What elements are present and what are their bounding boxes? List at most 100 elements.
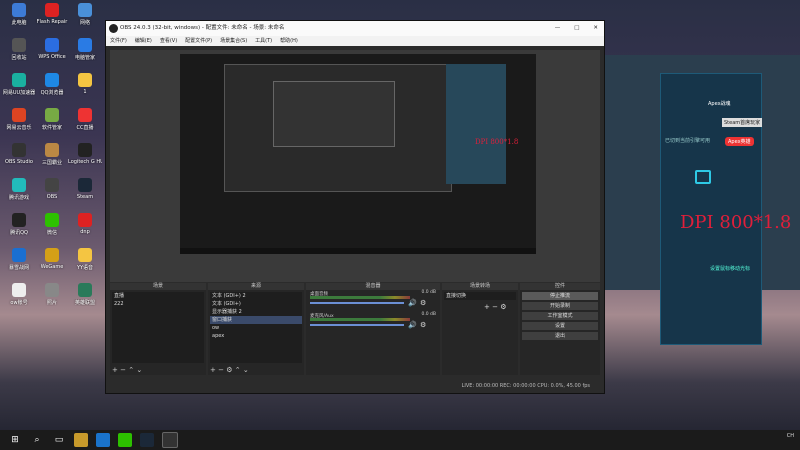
desktop-icon-label: WeGame <box>40 264 64 270</box>
desktop-icon-label: WPS Office <box>38 54 66 60</box>
windows-start-icon[interactable]: ⊞ <box>8 433 22 447</box>
app-icon <box>12 178 26 192</box>
source-item[interactable]: 文本 (GDI+) <box>210 300 302 308</box>
menu-tools[interactable]: 工具(T) <box>255 36 272 46</box>
gear-icon[interactable]: ⚙ <box>420 321 426 329</box>
desktop-icon-label: 1 <box>83 89 87 95</box>
search-icon[interactable]: ⌕ <box>30 433 44 447</box>
desktop-icon[interactable]: 软件管家 <box>35 108 69 131</box>
desktop-icon[interactable]: 腾讯游戏 <box>2 178 36 201</box>
obs-logo-icon <box>109 24 118 33</box>
speaker-icon[interactable]: 🔊 <box>408 299 417 307</box>
source-settings-icon[interactable]: ⚙ <box>226 366 232 374</box>
preview-area[interactable]: DPI 800*1.8 <box>110 50 600 282</box>
sources-toolbar: + − ⚙ ⌃ ⌄ <box>210 366 249 374</box>
edge-icon[interactable] <box>96 433 110 447</box>
desktop-icon[interactable]: Logitech G HUB <box>68 143 102 165</box>
desktop-icon[interactable]: ow账号 <box>2 283 36 306</box>
desktop-icon[interactable]: 此电脑 <box>2 3 36 26</box>
menu-edit[interactable]: 编辑(E) <box>135 36 152 46</box>
desktop-icon-label: dnp <box>80 229 90 235</box>
desktop-icon[interactable]: 三国霸业 <box>35 143 69 166</box>
source-item[interactable]: apex <box>210 332 302 340</box>
desktop-icon[interactable]: dnp <box>68 213 102 235</box>
source-item[interactable]: 显示器捕获 2 <box>210 308 302 316</box>
close-button[interactable]: ✕ <box>593 21 598 36</box>
desktop-icon-label: 微信 <box>46 230 57 236</box>
minimize-button[interactable]: — <box>555 21 561 36</box>
app-icon <box>45 248 59 262</box>
desktop-icon[interactable]: Flash Repair <box>35 3 69 25</box>
volume-slider[interactable] <box>310 302 404 304</box>
desktop-icon-label: CC直播 <box>76 125 94 131</box>
app-icon <box>12 143 26 157</box>
desktop-icon[interactable]: OBS Studio <box>2 143 36 165</box>
preview-canvas[interactable]: DPI 800*1.8 <box>180 54 536 254</box>
source-item[interactable]: 文本 (GDI+) 2 <box>210 292 302 300</box>
desktop-icon[interactable]: 电脑管家 <box>68 38 102 61</box>
source-item[interactable]: ow <box>210 324 302 332</box>
desktop-icon-label: Steam <box>76 194 94 200</box>
maximize-button[interactable]: □ <box>574 21 579 36</box>
nested-preview-inner <box>273 81 395 147</box>
desktop-icon[interactable]: 暴雪战网 <box>2 248 36 271</box>
app-icon <box>45 108 59 122</box>
steam-icon[interactable] <box>140 433 154 447</box>
menu-view[interactable]: 查看(V) <box>160 36 177 46</box>
desktop-icon[interactable]: CC直播 <box>68 108 102 131</box>
remove-transition-button[interactable]: − <box>492 303 498 311</box>
add-transition-button[interactable]: + <box>484 303 490 311</box>
source-item[interactable]: 窗口捕获 <box>210 316 302 324</box>
desktop-icon-label: OBS Studio <box>5 159 33 165</box>
task-view-icon[interactable]: ▭ <box>52 433 66 447</box>
transition-select[interactable]: 直接切换 <box>444 292 516 300</box>
add-source-button[interactable]: + <box>210 366 216 374</box>
studio-mode-button[interactable]: 工作室模式 <box>522 312 598 320</box>
menu-scene-collection[interactable]: 场景集合(S) <box>220 36 247 46</box>
desktop-icon-label: 英雄联盟 <box>74 300 95 306</box>
wechat-icon[interactable] <box>118 433 132 447</box>
mixer-dock: 混音器 桌面音频 0.0 dB 🔊 ⚙ 麦克风/Aux 0.0 dB 🔊 ⚙ <box>306 283 440 375</box>
move-up-icon[interactable]: ⌃ <box>235 366 241 374</box>
desktop-icon[interactable]: 照片 <box>35 283 69 306</box>
exit-button[interactable]: 退出 <box>522 332 598 340</box>
desktop-icon[interactable]: WPS Office <box>35 38 69 60</box>
menu-file[interactable]: 文件(F) <box>110 36 127 46</box>
gear-icon[interactable]: ⚙ <box>420 299 426 307</box>
move-down-icon[interactable]: ⌄ <box>243 366 249 374</box>
desktop-icon[interactable]: 网络 <box>68 3 102 26</box>
desktop-icon[interactable]: 腾讯QQ <box>2 213 36 236</box>
add-scene-button[interactable]: + <box>112 366 118 374</box>
remove-scene-button[interactable]: − <box>120 366 126 374</box>
desktop-icon[interactable]: 英雄联盟 <box>68 283 102 306</box>
desktop-icon[interactable]: WeGame <box>35 248 69 270</box>
file-explorer-icon[interactable] <box>74 433 88 447</box>
desktop-icon[interactable]: Steam <box>68 178 102 200</box>
remove-source-button[interactable]: − <box>218 366 224 374</box>
apex-menu-button[interactable]: Steam首席玩家 <box>722 118 763 127</box>
obs-taskbar-icon[interactable] <box>162 432 178 448</box>
speaker-icon[interactable]: 🔊 <box>408 321 417 329</box>
move-up-icon[interactable]: ⌃ <box>128 366 134 374</box>
start-recording-button[interactable]: 开始录制 <box>522 302 598 310</box>
desktop-icon[interactable]: QQ浏览器 <box>35 73 69 96</box>
desktop-icon[interactable]: 微信 <box>35 213 69 236</box>
settings-button[interactable]: 设置 <box>522 322 598 330</box>
desktop-icon[interactable]: 网易云音乐 <box>2 108 36 131</box>
desktop-icon[interactable]: 1 <box>68 73 102 95</box>
desktop-icon[interactable]: 网易UU加速器 <box>2 73 36 96</box>
language-indicator[interactable]: CH <box>787 433 794 439</box>
menu-profile[interactable]: 配置文件(P) <box>185 36 212 46</box>
menu-help[interactable]: 帮助(H) <box>280 36 298 46</box>
move-down-icon[interactable]: ⌄ <box>136 366 142 374</box>
scene-item[interactable]: 直播 <box>112 292 204 300</box>
apex-footer-link[interactable]: 设置鼠标移动光标 <box>710 265 750 272</box>
apex-badge[interactable]: Apex英雄 <box>725 137 754 146</box>
desktop-icon[interactable]: OBS <box>35 178 69 200</box>
desktop-icon[interactable]: YY语音 <box>68 248 102 271</box>
stop-streaming-button[interactable]: 停止推流 <box>522 292 598 300</box>
desktop-icon[interactable]: 回收站 <box>2 38 36 61</box>
volume-slider[interactable] <box>310 324 404 326</box>
scene-item[interactable]: 222 <box>112 300 204 308</box>
gear-icon[interactable]: ⚙ <box>500 303 506 311</box>
